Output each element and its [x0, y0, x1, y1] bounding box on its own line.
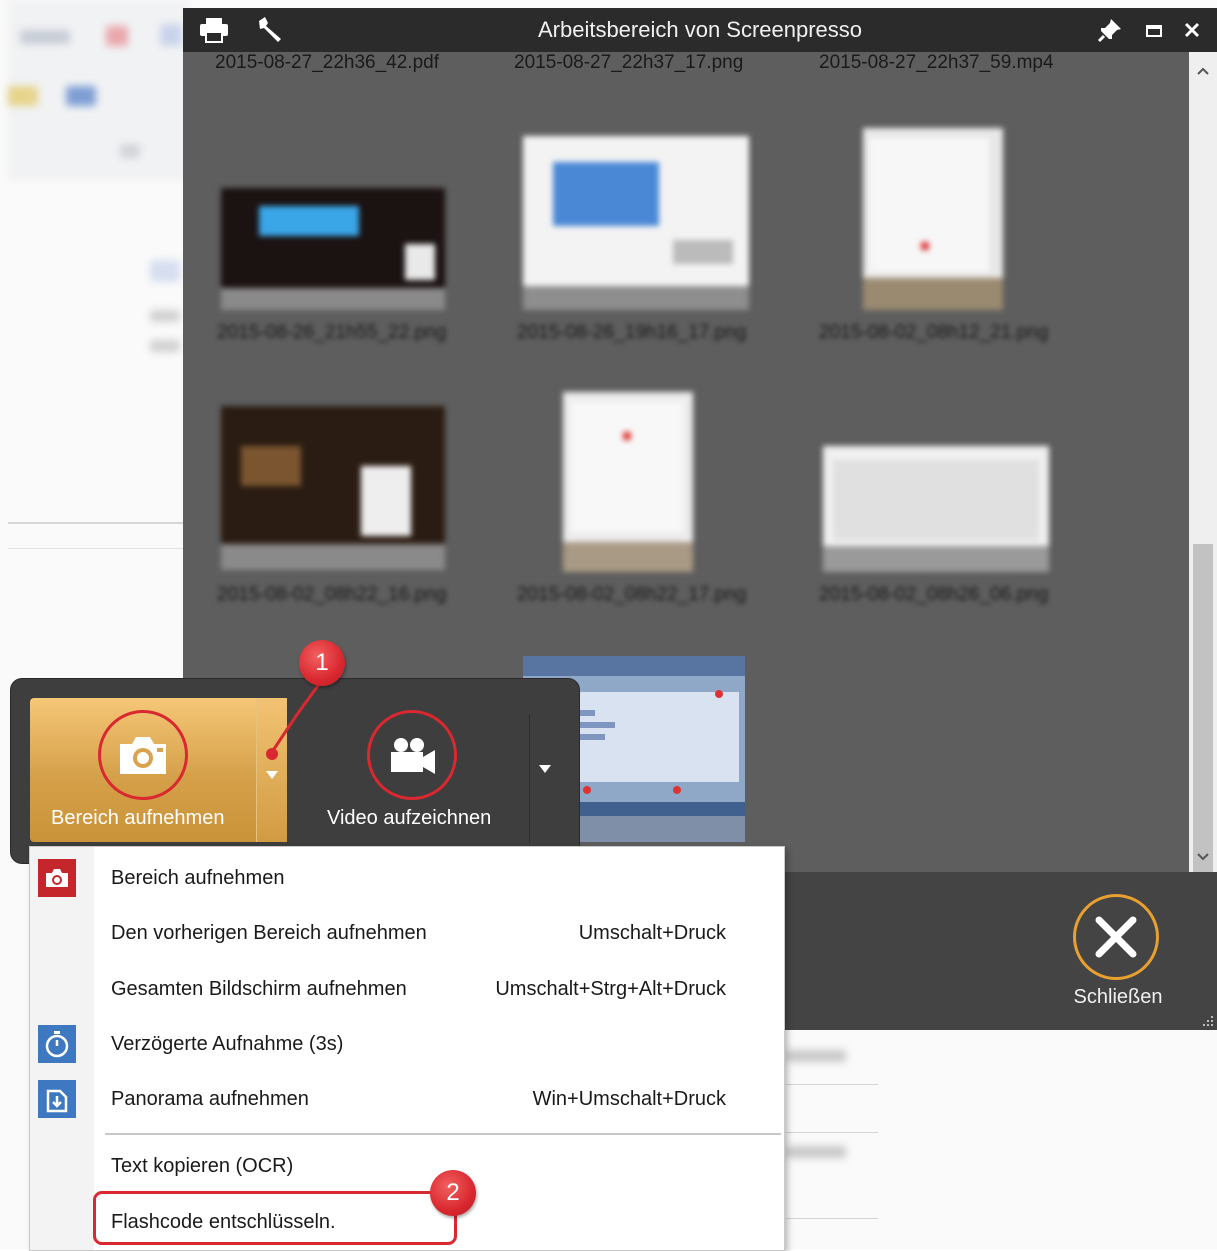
capture-dropdown-button[interactable] [256, 698, 287, 842]
scroll-down-icon[interactable] [1189, 844, 1217, 870]
menu-item-shortcut: Umschalt+Strg+Alt+Druck [495, 978, 726, 1000]
background-blob [150, 310, 180, 322]
resize-grip-icon[interactable] [1201, 1014, 1215, 1028]
background-blob [20, 30, 70, 44]
background-blob [786, 1146, 846, 1158]
background-divider [786, 1084, 878, 1085]
scroll-up-icon[interactable] [1189, 58, 1217, 84]
file-thumbnail[interactable] [863, 128, 1003, 310]
background-blob [106, 26, 128, 46]
close-x-icon [1095, 916, 1137, 958]
background-blob [150, 340, 180, 352]
background-divider [8, 522, 188, 524]
file-name[interactable]: 2015-08-26_21h55_22.png [217, 322, 446, 344]
window-title: Arbeitsbereich von Screenpresso [537, 17, 863, 42]
file-name[interactable]: 2015-08-02_08h26_06.png [819, 584, 1048, 606]
pin-icon[interactable] [1095, 15, 1125, 45]
menu-item-label: Bereich aufnehmen [111, 867, 285, 889]
menu-item-shortcut: Umschalt+Druck [578, 922, 726, 944]
file-thumbnail[interactable] [221, 406, 445, 570]
annotation-badge-1: 1 [299, 640, 345, 686]
file-name[interactable]: 2015-08-27_22h37_17.png [514, 52, 743, 74]
menu-item-label: Den vorherigen Bereich aufnehmen [111, 922, 427, 944]
chevron-down-icon [266, 771, 278, 779]
menu-item-label: Gesamten Bildschirm aufnehmen [111, 978, 407, 1000]
menu-item-capture-area[interactable]: Bereich aufnehmen [30, 853, 784, 903]
background-blob [8, 86, 38, 106]
background-divider [786, 1218, 878, 1219]
menu-item-label: Text kopieren (OCR) [111, 1155, 294, 1177]
video-label[interactable]: Video aufzeichnen [327, 807, 491, 830]
annotation-highlight-box [93, 1191, 457, 1245]
title-bar: Arbeitsbereich von Screenpresso [183, 8, 1217, 52]
camera-icon [38, 859, 76, 897]
video-camera-icon[interactable] [367, 710, 457, 800]
background-blob [120, 144, 140, 158]
menu-item-label: Panorama aufnehmen [111, 1088, 309, 1110]
menu-item-capture-previous-area[interactable]: Den vorherigen Bereich aufnehmen Umschal… [30, 908, 784, 958]
file-thumbnail[interactable] [823, 446, 1049, 572]
background-blob [786, 1050, 846, 1062]
restore-icon[interactable] [1139, 15, 1169, 45]
background-divider [786, 1132, 878, 1133]
menu-item-shortcut: Win+Umschalt+Druck [532, 1088, 726, 1110]
video-dropdown-chevron-icon[interactable] [535, 759, 555, 779]
menu-separator [105, 1133, 781, 1135]
close-button[interactable] [1073, 894, 1159, 980]
panorama-icon [38, 1080, 76, 1118]
menu-item-capture-fullscreen[interactable]: Gesamten Bildschirm aufnehmen Umschalt+S… [30, 964, 784, 1014]
vertical-scrollbar[interactable] [1189, 52, 1217, 888]
capture-panel: Bereich aufnehmen Video aufzeichnen [10, 678, 580, 864]
file-thumbnail[interactable] [221, 188, 445, 310]
menu-item-panorama-capture[interactable]: Panorama aufnehmen Win+Umschalt+Druck [30, 1074, 784, 1124]
menu-item-label: Verzögerte Aufnahme (3s) [111, 1033, 344, 1055]
background-blob [160, 24, 182, 46]
menu-item-ocr-copy-text[interactable]: Text kopieren (OCR) [30, 1141, 784, 1191]
annotation-badge-2: 2 [430, 1170, 476, 1216]
scroll-thumb[interactable] [1193, 544, 1213, 888]
file-name[interactable]: 2015-08-27_22h36_42.pdf [215, 52, 439, 74]
background-divider [8, 548, 188, 549]
file-name[interactable]: 2015-08-27_22h37_59.mp4 [819, 52, 1054, 74]
capture-area-label: Bereich aufnehmen [51, 807, 225, 829]
close-button-label[interactable]: Schließen [1043, 986, 1193, 1009]
background-blob [150, 260, 180, 282]
close-icon[interactable] [1177, 15, 1207, 45]
background-blob [66, 86, 96, 106]
camera-icon [98, 710, 188, 800]
divider [529, 715, 530, 843]
file-thumbnail[interactable] [563, 392, 693, 572]
menu-item-delayed-capture[interactable]: Verzögerte Aufnahme (3s) [30, 1019, 784, 1069]
file-name[interactable]: 2015-08-26_19h16_17.png [517, 322, 746, 344]
file-thumbnail[interactable] [523, 136, 749, 310]
file-name[interactable]: 2015-08-02_08h12_21.png [819, 322, 1048, 344]
file-name[interactable]: 2015-08-02_08h22_16.png [217, 584, 446, 606]
file-name[interactable]: 2015-08-02_08h22_17.png [517, 584, 746, 606]
timer-icon [38, 1025, 76, 1063]
